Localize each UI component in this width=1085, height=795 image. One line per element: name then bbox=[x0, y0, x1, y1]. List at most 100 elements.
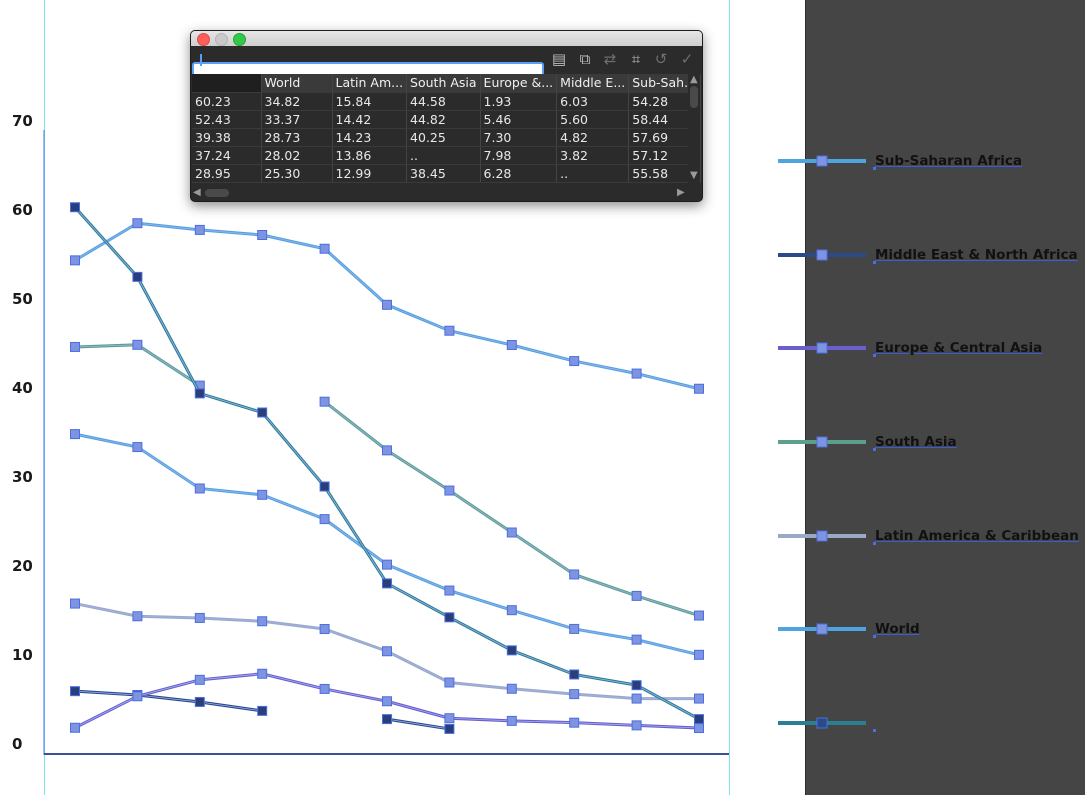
data-point[interactable] bbox=[70, 598, 80, 609]
table-cell[interactable]: 28.73 bbox=[261, 128, 333, 147]
minimize-window-button[interactable] bbox=[215, 33, 228, 46]
data-point[interactable] bbox=[132, 442, 143, 453]
legend-item[interactable]: Middle East & North Africa bbox=[778, 240, 1078, 270]
data-point[interactable] bbox=[382, 559, 392, 570]
table-cell[interactable]: 5.46 bbox=[480, 110, 558, 129]
data-point[interactable] bbox=[132, 271, 143, 282]
data-point[interactable] bbox=[694, 714, 704, 725]
data-point[interactable] bbox=[444, 723, 455, 734]
table-cell[interactable]: 39.38 bbox=[192, 128, 262, 147]
table-cell[interactable]: 28.02 bbox=[261, 146, 333, 165]
data-point[interactable] bbox=[382, 578, 392, 589]
data-point[interactable] bbox=[257, 616, 268, 627]
column-header[interactable]: World bbox=[261, 74, 333, 93]
data-point[interactable] bbox=[194, 483, 205, 494]
data-point[interactable] bbox=[194, 388, 205, 399]
table-cell[interactable]: 7.30 bbox=[480, 128, 558, 147]
table-cell[interactable]: 40.25 bbox=[406, 128, 481, 147]
table-cell[interactable]: 6.03 bbox=[556, 92, 630, 111]
data-point[interactable] bbox=[132, 691, 143, 702]
table-cell[interactable]: 4.82 bbox=[556, 128, 630, 147]
table-cell[interactable]: 5.60 bbox=[556, 110, 630, 129]
data-point[interactable] bbox=[694, 693, 704, 704]
data-point[interactable] bbox=[70, 202, 80, 213]
data-point[interactable] bbox=[319, 514, 330, 525]
column-header[interactable]: Latin Am... bbox=[332, 74, 408, 93]
legend-item[interactable]: South Asia bbox=[778, 427, 1078, 457]
horizontal-scrollbar[interactable]: ◀ ▶ bbox=[191, 185, 688, 200]
switch-rows-columns-icon[interactable]: ⧉ bbox=[576, 50, 594, 68]
data-point[interactable] bbox=[569, 689, 580, 700]
data-point[interactable] bbox=[319, 481, 330, 492]
table-cell[interactable]: 25.30 bbox=[261, 164, 333, 183]
table-cell[interactable]: 28.95 bbox=[192, 164, 262, 183]
legend-item[interactable]: Sub-Saharan Africa bbox=[778, 146, 1078, 176]
data-point[interactable] bbox=[382, 299, 392, 310]
legend-item[interactable] bbox=[778, 708, 1078, 738]
data-point[interactable] bbox=[257, 230, 268, 240]
data-point[interactable] bbox=[694, 649, 704, 660]
data-point[interactable] bbox=[132, 611, 143, 622]
data-point[interactable] bbox=[694, 723, 704, 734]
data-point[interactable] bbox=[444, 485, 455, 496]
data-point[interactable] bbox=[194, 612, 205, 623]
column-header[interactable]: South Asia bbox=[406, 74, 481, 93]
data-point[interactable] bbox=[382, 445, 392, 456]
data-point[interactable] bbox=[506, 340, 517, 350]
data-point[interactable] bbox=[569, 569, 580, 580]
table-cell[interactable]: 3.82 bbox=[556, 146, 630, 165]
scroll-left-icon[interactable]: ◀ bbox=[193, 187, 201, 198]
import-data-icon[interactable]: ▤ bbox=[550, 50, 568, 68]
graph-data-window[interactable]: ▤ ⧉ ⇄ ⌗ ↺ ✓ World Latin Am... South Asia… bbox=[190, 30, 703, 202]
data-point[interactable] bbox=[257, 668, 268, 679]
table-cell[interactable]: 38.45 bbox=[406, 164, 481, 183]
data-point[interactable] bbox=[444, 713, 455, 724]
data-point[interactable] bbox=[444, 585, 455, 596]
series-line[interactable] bbox=[70, 218, 704, 394]
data-point[interactable] bbox=[631, 368, 642, 379]
series-line[interactable] bbox=[70, 429, 704, 660]
legend-item[interactable]: Latin America & Caribbean bbox=[778, 521, 1079, 551]
scrollbar-thumb[interactable] bbox=[690, 86, 698, 108]
table-cell[interactable]: 12.99 bbox=[332, 164, 408, 183]
data-grid[interactable]: World Latin Am... South Asia Europe &...… bbox=[192, 74, 702, 183]
data-point[interactable] bbox=[319, 683, 330, 694]
maximize-window-button[interactable] bbox=[233, 33, 246, 46]
vertical-scrollbar[interactable]: ▲ ▼ bbox=[688, 74, 700, 184]
data-point[interactable] bbox=[631, 590, 642, 601]
data-point[interactable] bbox=[631, 720, 642, 731]
series-line[interactable] bbox=[70, 339, 704, 621]
scroll-up-icon[interactable]: ▲ bbox=[690, 74, 698, 85]
data-point[interactable] bbox=[194, 696, 205, 707]
table-cell[interactable]: 14.42 bbox=[332, 110, 408, 129]
table-cell[interactable]: 15.84 bbox=[332, 92, 408, 111]
data-point[interactable] bbox=[506, 605, 517, 616]
data-point[interactable] bbox=[319, 243, 330, 254]
data-point[interactable] bbox=[70, 341, 80, 352]
data-point[interactable] bbox=[194, 224, 205, 235]
close-window-button[interactable] bbox=[197, 33, 210, 46]
data-point[interactable] bbox=[694, 610, 704, 621]
data-point[interactable] bbox=[70, 255, 80, 266]
data-point[interactable] bbox=[506, 715, 517, 726]
series-line[interactable] bbox=[70, 202, 704, 725]
data-point[interactable] bbox=[70, 722, 80, 733]
table-cell[interactable]: 37.24 bbox=[192, 146, 262, 165]
series-line[interactable] bbox=[70, 686, 455, 734]
data-point[interactable] bbox=[132, 218, 143, 229]
data-point[interactable] bbox=[569, 356, 580, 367]
table-cell[interactable]: .. bbox=[556, 164, 630, 183]
data-point[interactable] bbox=[631, 680, 642, 691]
data-point[interactable] bbox=[382, 714, 392, 725]
data-point[interactable] bbox=[257, 489, 268, 500]
column-header[interactable]: Europe &... bbox=[480, 74, 558, 93]
table-cell[interactable]: 1.93 bbox=[480, 92, 558, 111]
table-cell[interactable]: 14.23 bbox=[332, 128, 408, 147]
data-point[interactable] bbox=[506, 683, 517, 694]
data-point[interactable] bbox=[382, 696, 392, 707]
table-cell[interactable]: 13.86 bbox=[332, 146, 408, 165]
data-point[interactable] bbox=[506, 527, 517, 538]
data-point[interactable] bbox=[444, 612, 455, 623]
column-header[interactable]: Middle E... bbox=[556, 74, 630, 93]
scrollbar-thumb[interactable] bbox=[205, 189, 229, 197]
